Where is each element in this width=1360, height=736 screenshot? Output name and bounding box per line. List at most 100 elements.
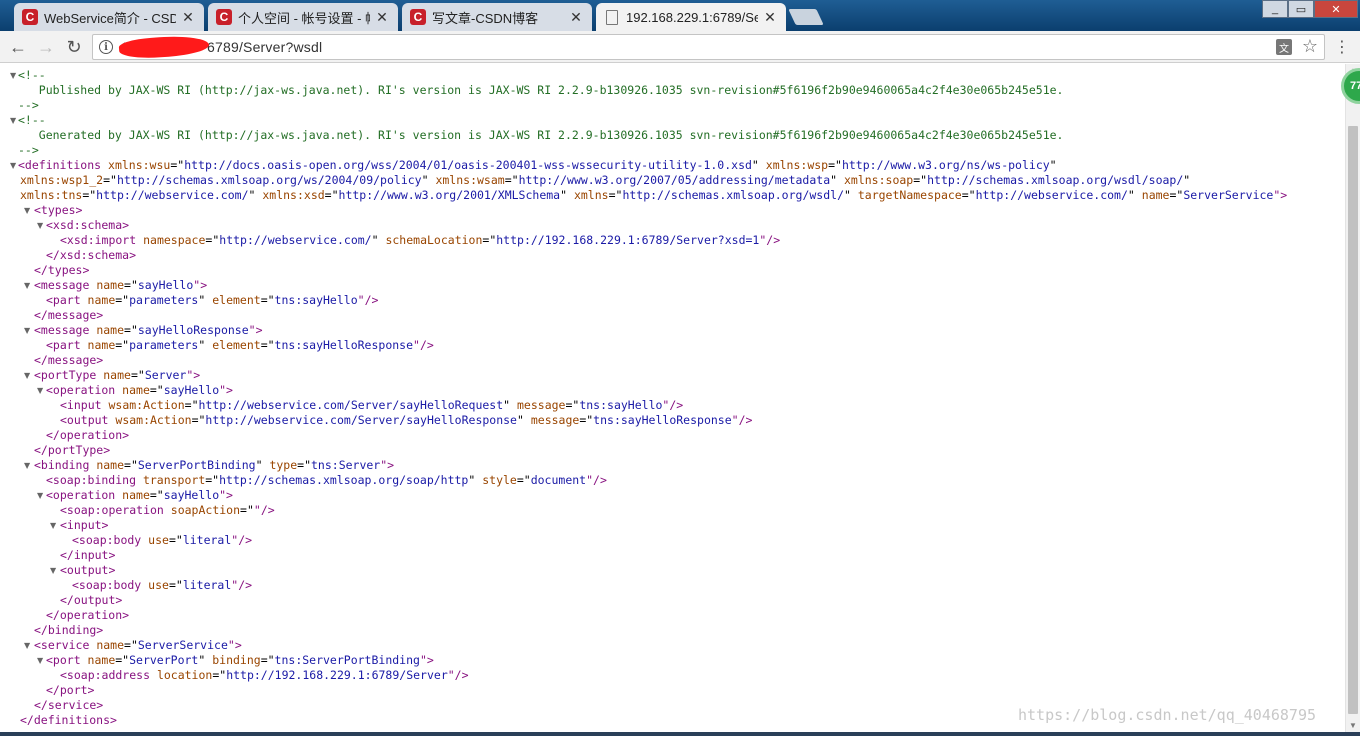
xml-line-service-close: </service> (34, 698, 104, 712)
xml-attr-sep: " (468, 473, 483, 487)
xml-attr-sep: "/> (759, 233, 781, 247)
translate-icon[interactable]: 文 (1276, 39, 1292, 55)
xml-attr-name: use (148, 533, 169, 547)
xml-attr-eq: =" (205, 233, 220, 247)
xml-line-comment2-close: --> (18, 143, 39, 157)
xml-attr-eq: =" (115, 293, 130, 307)
browser-toolbar: ← → ↻ i 16789/Server?wsdl 文 ☆ ⋮ (0, 31, 1360, 63)
xml-attr-value: tns:ServerPortBinding (274, 653, 420, 667)
xml-attr-sep: " (198, 653, 213, 667)
collapse-toggle-icon[interactable]: ▼ (50, 518, 56, 533)
collapse-toggle-icon[interactable]: ▼ (37, 653, 43, 668)
xml-attr-value: http://docs.oasis-open.org/wss/2004/01/o… (184, 158, 752, 172)
xml-tag-name: <soap:body (72, 533, 149, 547)
minimize-button[interactable]: _ (1262, 0, 1288, 18)
xml-line-port-open: <port name="ServerPort" binding="tns:Ser… (46, 653, 434, 668)
xml-attr-value: sayHello (163, 488, 220, 502)
xml-tag-name: <soap:body (72, 578, 149, 592)
xml-attr-sep: " (198, 338, 213, 352)
scrollbar-thumb[interactable] (1348, 126, 1358, 714)
xml-line-port-close: </port> (46, 683, 95, 697)
xml-attr-name: location (156, 668, 213, 682)
xml-attr-sep: " (560, 188, 574, 202)
collapse-toggle-icon[interactable]: ▼ (37, 383, 43, 398)
xml-attr-sep: "> (248, 323, 263, 337)
xml-line-input1: <input wsam:Action="http://webservice.co… (60, 398, 683, 413)
tab-write-article[interactable]: C 写文章-CSDN博客 ✕ (402, 3, 592, 31)
xml-attr-eq: =" (516, 473, 531, 487)
xml-attr-eq: =" (184, 398, 199, 412)
xml-line-schema-close: </xsd:schema> (46, 248, 137, 262)
new-tab-button[interactable] (788, 9, 824, 25)
collapse-toggle-icon[interactable]: ▼ (10, 68, 16, 83)
xml-attr-eq: =" (115, 338, 130, 352)
xml-line-definitions-close: </definitions> (20, 713, 117, 727)
xml-attr-eq: =" (103, 173, 117, 187)
xml-attr-value: http://schemas.xmlsoap.org/wsdl/soap/ (927, 173, 1184, 187)
xml-attr-value: http://webservice.com/ (96, 188, 249, 202)
tab-title: 192.168.229.1:6789/Ser (626, 9, 758, 25)
collapse-toggle-icon[interactable]: ▼ (24, 323, 30, 338)
tab-strip: C WebService简介 - CSDN ✕ C 个人空间 - 帐号设置 - … (0, 0, 1360, 31)
collapse-toggle-icon[interactable]: ▼ (37, 488, 43, 503)
xml-attr-name: name (96, 323, 125, 337)
xml-attr-sep: "/> (231, 533, 253, 547)
collapse-toggle-icon[interactable]: ▼ (10, 113, 16, 128)
close-icon[interactable]: ✕ (180, 9, 196, 26)
scroll-down-icon[interactable]: ▼ (1349, 721, 1357, 730)
collapse-toggle-icon[interactable]: ▼ (10, 158, 16, 173)
back-button[interactable]: ← (6, 35, 30, 59)
collapse-toggle-icon[interactable]: ▼ (24, 203, 30, 218)
collapse-toggle-icon[interactable]: ▼ (37, 218, 43, 233)
close-icon[interactable]: ✕ (762, 9, 778, 26)
xml-attr-name: message (530, 413, 580, 427)
address-bar[interactable]: i 16789/Server?wsdl 文 ☆ (92, 33, 1325, 61)
info-icon[interactable]: i (99, 40, 113, 54)
xml-attr-value: sayHello (137, 278, 194, 292)
scrollbar[interactable]: ▲ ▼ (1345, 64, 1360, 732)
xml-line-comment1-close: --> (18, 98, 39, 112)
forward-button[interactable]: → (34, 35, 58, 59)
collapse-toggle-icon[interactable]: ▼ (50, 563, 56, 578)
collapse-toggle-icon[interactable]: ▼ (24, 638, 30, 653)
tab-account-settings[interactable]: C 个人空间 - 帐号设置 - 帐 ✕ (208, 3, 398, 31)
window-close-button[interactable]: ✕ (1314, 0, 1358, 18)
xml-attr-name: targetNamespace (857, 188, 962, 202)
collapse-toggle-icon[interactable]: ▼ (24, 368, 30, 383)
url-suffix: 6789/Server?wsdl (207, 39, 323, 55)
xml-attr-value: tns:sayHello (274, 293, 358, 307)
tab-wsdl[interactable]: 192.168.229.1:6789/Ser ✕ (596, 3, 786, 31)
reload-button[interactable]: ↻ (62, 35, 86, 59)
xml-attr-value: sayHello (163, 383, 220, 397)
xml-attr-eq: =" (608, 188, 623, 202)
collapse-toggle-icon[interactable]: ▼ (24, 458, 30, 473)
xml-tag-name: <operation (46, 488, 123, 502)
xml-attr-name: name (96, 278, 125, 292)
xml-line-soap-body2: <soap:body use="literal"/> (72, 578, 252, 593)
close-icon[interactable]: ✕ (374, 9, 390, 26)
xml-attr-name: name (96, 638, 125, 652)
xml-attr-eq: =" (828, 158, 842, 172)
xml-line-output2-open: <output> (60, 563, 116, 577)
xml-attr-sep: "> (419, 653, 434, 667)
xml-attr-sep: "> (1273, 188, 1288, 202)
collapse-toggle-icon[interactable]: ▼ (24, 278, 30, 293)
xml-line-operation1-close: </operation> (46, 428, 130, 442)
xml-attr-sep: " (1049, 158, 1057, 172)
xml-attr-name: xmlns:soap (843, 173, 914, 187)
xml-attr-name: soapAction (170, 503, 241, 517)
xml-attr-value: ServerPort (129, 653, 199, 667)
restore-button[interactable]: ▭ (1288, 0, 1314, 18)
xml-attr-value: sayHelloResponse (137, 323, 249, 337)
tab-webservice-intro[interactable]: C WebService简介 - CSDN ✕ (14, 3, 204, 31)
close-icon[interactable]: ✕ (568, 9, 584, 26)
menu-icon[interactable]: ⋮ (1334, 37, 1350, 57)
xml-attr-sep: "/> (662, 398, 684, 412)
bookmark-star-icon[interactable]: ☆ (1302, 36, 1318, 57)
xml-line-part2: <part name="parameters" element="tns:say… (46, 338, 434, 353)
xml-attr-sep: " (255, 458, 270, 472)
xml-viewer: ▼ <!-- Published by JAX-WS RI (http://jax… (0, 64, 1345, 732)
xml-attr-eq: =" (260, 653, 275, 667)
xml-attr-value: http://www.w3.org/2001/XMLSchema (338, 188, 561, 202)
xml-line-porttype-open: <portType name="Server"> (34, 368, 200, 383)
